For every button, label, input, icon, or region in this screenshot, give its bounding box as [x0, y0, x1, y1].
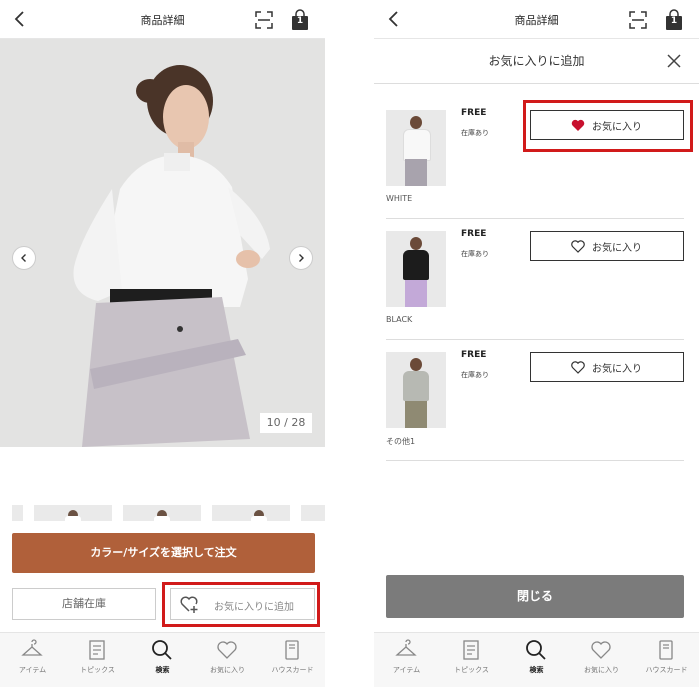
- tab-label: お気に入り: [210, 666, 245, 674]
- hanger-icon: [21, 639, 43, 656]
- image-counter: 10 / 28: [260, 413, 312, 433]
- select-color-size-order-button[interactable]: カラー/サイズを選択して注文: [12, 533, 315, 573]
- tab-search[interactable]: 検索: [130, 633, 195, 687]
- close-icon[interactable]: [666, 53, 682, 69]
- thumbnail[interactable]: [301, 505, 325, 521]
- variant-size: FREE: [461, 350, 487, 360]
- document-icon: [89, 640, 105, 660]
- variant-stock: 在庫あり: [461, 129, 489, 137]
- variant-size: FREE: [461, 108, 487, 118]
- tab-label: ハウスカード: [271, 666, 314, 674]
- store-stock-button[interactable]: 店舗在庫: [12, 588, 156, 620]
- thumbnail-strip: [0, 505, 325, 521]
- tab-label: トピックス: [80, 666, 115, 674]
- thumbnail[interactable]: [34, 505, 112, 521]
- close-button[interactable]: 閉じる: [386, 575, 684, 618]
- chevron-left-icon: [21, 254, 26, 262]
- favorite-button[interactable]: お気に入り: [530, 231, 684, 261]
- favorite-button[interactable]: お気に入り: [530, 352, 684, 382]
- sheet-header: お気に入りに追加: [374, 39, 699, 84]
- app-header: 商品詳細 1: [0, 0, 325, 39]
- back-arrow-icon[interactable]: [10, 9, 30, 29]
- tab-topics[interactable]: トピックス: [65, 633, 130, 687]
- search-icon: [152, 640, 172, 660]
- variant-stock: 在庫あり: [461, 371, 489, 379]
- favorite-label: お気に入り: [592, 364, 642, 375]
- tab-favorites[interactable]: お気に入り: [569, 633, 634, 687]
- favorite-label: お気に入り: [592, 243, 642, 254]
- bottom-tab-bar: アイテム トピックス 検索 お気に入り ハウスカード: [374, 632, 699, 687]
- heart-outline-icon: [571, 361, 585, 374]
- variant-thumbnail: [386, 352, 446, 428]
- highlight-box: [162, 582, 320, 627]
- search-icon: [526, 640, 546, 660]
- favorite-select-screen: 商品詳細 1 お気に入りに追加 WHITE FREE 在庫あり お気に入り BL…: [374, 0, 699, 687]
- next-image-button[interactable]: [289, 246, 313, 270]
- shopping-bag-icon[interactable]: 1: [664, 9, 684, 31]
- variant-color: WHITE: [386, 194, 413, 203]
- product-image[interactable]: 10 / 28: [0, 39, 325, 447]
- tab-house-card[interactable]: ハウスカード: [634, 633, 699, 687]
- variant-color: BLACK: [386, 315, 413, 324]
- tab-topics[interactable]: トピックス: [439, 633, 504, 687]
- tab-label: アイテム: [18, 666, 47, 674]
- tab-items[interactable]: アイテム: [374, 633, 439, 687]
- page-title: 商品詳細: [140, 14, 185, 27]
- variant-size: FREE: [461, 229, 487, 239]
- product-detail-screen: 商品詳細 1 10 / 28 カラー/サイズを選択して注文 店舗在庫 お気に入り…: [0, 0, 325, 687]
- prev-image-button[interactable]: [12, 246, 36, 270]
- scan-icon[interactable]: [628, 10, 648, 30]
- heart-outline-icon: [571, 240, 585, 253]
- tab-label: ハウスカード: [645, 666, 688, 674]
- sheet-title: お気に入りに追加: [488, 54, 585, 68]
- variant-color: その他1: [386, 437, 416, 446]
- app-header: 商品詳細 1: [374, 0, 699, 39]
- variant-stock: 在庫あり: [461, 250, 489, 258]
- variant-thumbnail: [386, 110, 446, 186]
- page-title: 商品詳細: [514, 14, 559, 27]
- tab-items[interactable]: アイテム: [0, 633, 65, 687]
- tab-search[interactable]: 検索: [504, 633, 569, 687]
- back-arrow-icon[interactable]: [384, 9, 404, 29]
- hanger-icon: [395, 639, 417, 656]
- tab-label: お気に入り: [584, 666, 619, 674]
- variant-row: BLACK FREE 在庫あり お気に入り: [386, 219, 684, 340]
- cart-count-badge: 1: [670, 16, 678, 26]
- thumbnail[interactable]: [212, 505, 290, 521]
- thumbnail[interactable]: [123, 505, 201, 521]
- variant-thumbnail: [386, 231, 446, 307]
- variant-row: その他1 FREE 在庫あり お気に入り: [386, 340, 684, 461]
- tab-label: アイテム: [392, 666, 421, 674]
- highlight-box: [523, 100, 693, 152]
- tab-label: 検索: [529, 666, 544, 674]
- document-icon: [463, 640, 479, 660]
- cart-count-badge: 1: [296, 16, 304, 26]
- chevron-right-icon: [299, 254, 304, 262]
- thumbnail[interactable]: [12, 505, 23, 521]
- heart-icon: [591, 641, 611, 659]
- bottom-tab-bar: アイテム トピックス 検索 お気に入り ハウスカード: [0, 632, 325, 687]
- card-icon: [659, 640, 673, 660]
- scan-icon[interactable]: [254, 10, 274, 30]
- tab-label: 検索: [155, 666, 170, 674]
- tab-favorites[interactable]: お気に入り: [195, 633, 260, 687]
- shopping-bag-icon[interactable]: 1: [290, 9, 310, 31]
- heart-icon: [217, 641, 237, 659]
- tab-house-card[interactable]: ハウスカード: [260, 633, 325, 687]
- card-icon: [285, 640, 299, 660]
- tab-label: トピックス: [454, 666, 489, 674]
